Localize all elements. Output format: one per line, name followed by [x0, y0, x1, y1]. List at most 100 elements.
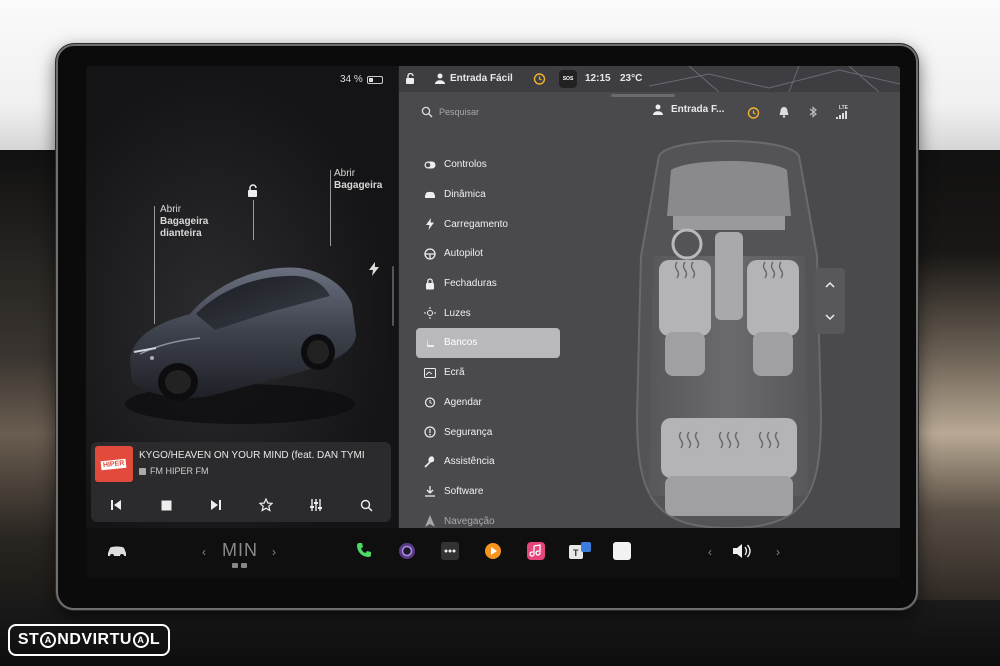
menu-item-seguranca[interactable]: Segurança [416, 417, 560, 447]
search-icon [360, 499, 373, 512]
alarm-icon [424, 396, 436, 408]
trunk-label-line2: Bagageira [334, 180, 383, 191]
radio-app-button[interactable] [484, 542, 502, 560]
controls-panel: Entrada Fácil SOS 12:15 23°C Entrada F..… [399, 66, 900, 528]
more-dots-icon [441, 542, 459, 560]
station-logo-text: HIPER [100, 458, 128, 470]
seat-scroll-controls [815, 268, 845, 334]
battery-icon [366, 75, 383, 84]
media-search-button[interactable] [356, 495, 376, 515]
unlock-status-icon[interactable] [405, 73, 416, 85]
stop-icon [161, 500, 171, 510]
station-label: FM HIPER FM [150, 466, 209, 476]
search-input[interactable] [439, 103, 599, 121]
battery-indicator: 34 % [340, 74, 383, 85]
sos-badge[interactable]: SOS [559, 70, 577, 88]
menu-item-dinamica[interactable]: Dinâmica [416, 180, 560, 210]
driver-profile-name: Entrada F... [671, 104, 725, 115]
volume-button[interactable] [732, 543, 752, 559]
menu-item-luzes[interactable]: Luzes [416, 298, 560, 328]
menu-item-label: Autopilot [444, 248, 483, 260]
menu-item-agendar[interactable]: Agendar [416, 388, 560, 418]
driver-profile-button[interactable]: Entrada F... [653, 104, 724, 115]
header-icons: LTE [747, 105, 848, 119]
car-button[interactable] [106, 544, 128, 558]
wrench-icon [424, 455, 436, 468]
media-player[interactable]: HIPER KYGO/HEAVEN ON YOUR MIND (feat. DA… [91, 442, 391, 522]
chevron-down-icon [825, 314, 835, 321]
battery-fill [368, 77, 373, 82]
navigation-icon [424, 515, 436, 528]
menu-item-autopilot[interactable]: Autopilot [416, 239, 560, 269]
seat-heater-car-diagram [635, 140, 823, 528]
heater-passenger-seat[interactable] [747, 260, 799, 300]
search-icon [421, 106, 433, 118]
favorite-button[interactable] [256, 495, 276, 515]
touchscreen: 34 % Abrir Bagageira dianteira Abrir Bag… [86, 66, 900, 578]
alarm-clock-icon[interactable] [533, 72, 546, 85]
menu-item-label: Segurança [444, 426, 493, 438]
phone-button[interactable] [356, 542, 372, 558]
car-icon [424, 189, 436, 201]
bluetooth-icon[interactable] [808, 106, 818, 118]
menu-item-label: Carregamento [444, 218, 508, 230]
previous-track-button[interactable] [106, 495, 126, 515]
toggle-icon [424, 159, 436, 171]
station-name: FM HIPER FM [139, 466, 209, 476]
menu-item-bancos[interactable]: Bancos [416, 328, 560, 358]
menu-item-software[interactable]: Software [416, 477, 560, 507]
heater-driver-seat[interactable] [661, 260, 711, 300]
blank-app-button[interactable] [613, 542, 631, 560]
download-icon [424, 485, 436, 498]
car-status-panel: 34 % Abrir Bagageira dianteira Abrir Bag… [86, 66, 398, 530]
menu-item-ecra[interactable]: Ecrã [416, 358, 560, 388]
stop-button[interactable] [156, 495, 176, 515]
next-track-button[interactable] [206, 495, 226, 515]
heater-rear-right-seat[interactable] [753, 418, 793, 458]
info-icon [424, 426, 436, 438]
scroll-up-button[interactable] [815, 270, 845, 300]
map-background [649, 66, 900, 92]
menu-item-controlos[interactable]: Controlos [416, 150, 560, 180]
bell-icon[interactable] [778, 106, 790, 118]
camera-button[interactable] [398, 542, 416, 560]
panel-grabber[interactable] [611, 94, 675, 97]
menu-item-assistencia[interactable]: Assistência [416, 447, 560, 477]
menu-item-fechaduras[interactable]: Fechaduras [416, 269, 560, 299]
menu-item-label: Agendar [444, 396, 482, 408]
menu-item-label: Software [444, 485, 484, 497]
climate-increase-button[interactable]: › [272, 545, 276, 559]
profile-icon [435, 73, 445, 84]
alarm-clock-icon[interactable] [747, 106, 760, 119]
frunk-label-line1: Abrir [160, 204, 182, 215]
trunk-label-line1: Abrir [334, 168, 356, 179]
scroll-down-button[interactable] [815, 302, 845, 332]
toybox-app-button[interactable]: T [569, 542, 591, 560]
volume-increase-button[interactable]: › [776, 545, 780, 559]
standvirtual-watermark: ST A NDVIRTU A L [8, 624, 170, 656]
menu-item-carregamento[interactable]: Carregamento [416, 209, 560, 239]
sun-icon [424, 307, 436, 320]
heater-rear-left-seat[interactable] [665, 418, 705, 458]
more-apps-button[interactable] [441, 542, 459, 560]
menu-item-label: Luzes [444, 307, 471, 319]
seat-heat-indicator-icon [232, 563, 247, 568]
profile-name[interactable]: Entrada Fácil [450, 73, 513, 84]
unlock-icon[interactable] [246, 184, 260, 198]
equalizer-button[interactable] [306, 495, 326, 515]
music-app-button[interactable] [527, 542, 545, 560]
heater-rear-center-seat[interactable] [709, 418, 749, 458]
settings-menu: Controlos Dinâmica Carregamento Autopilot Fe… [416, 150, 560, 536]
menu-item-label: Dinâmica [444, 189, 486, 201]
climate-setting[interactable]: MIN [222, 540, 258, 561]
volume-decrease-button[interactable]: ‹ [708, 545, 712, 559]
open-trunk-button[interactable]: Abrir Bagageira [334, 168, 382, 192]
station-logo: HIPER [95, 446, 133, 482]
climate-decrease-button[interactable]: ‹ [202, 545, 206, 559]
equalizer-icon [310, 499, 322, 511]
car-3d-model[interactable] [120, 234, 370, 434]
clock: 12:15 [585, 73, 611, 84]
signal-bars-icon [836, 111, 847, 119]
panel-resize-handle[interactable] [392, 266, 394, 326]
taskbar: ‹ MIN › T ‹ › [86, 528, 900, 578]
